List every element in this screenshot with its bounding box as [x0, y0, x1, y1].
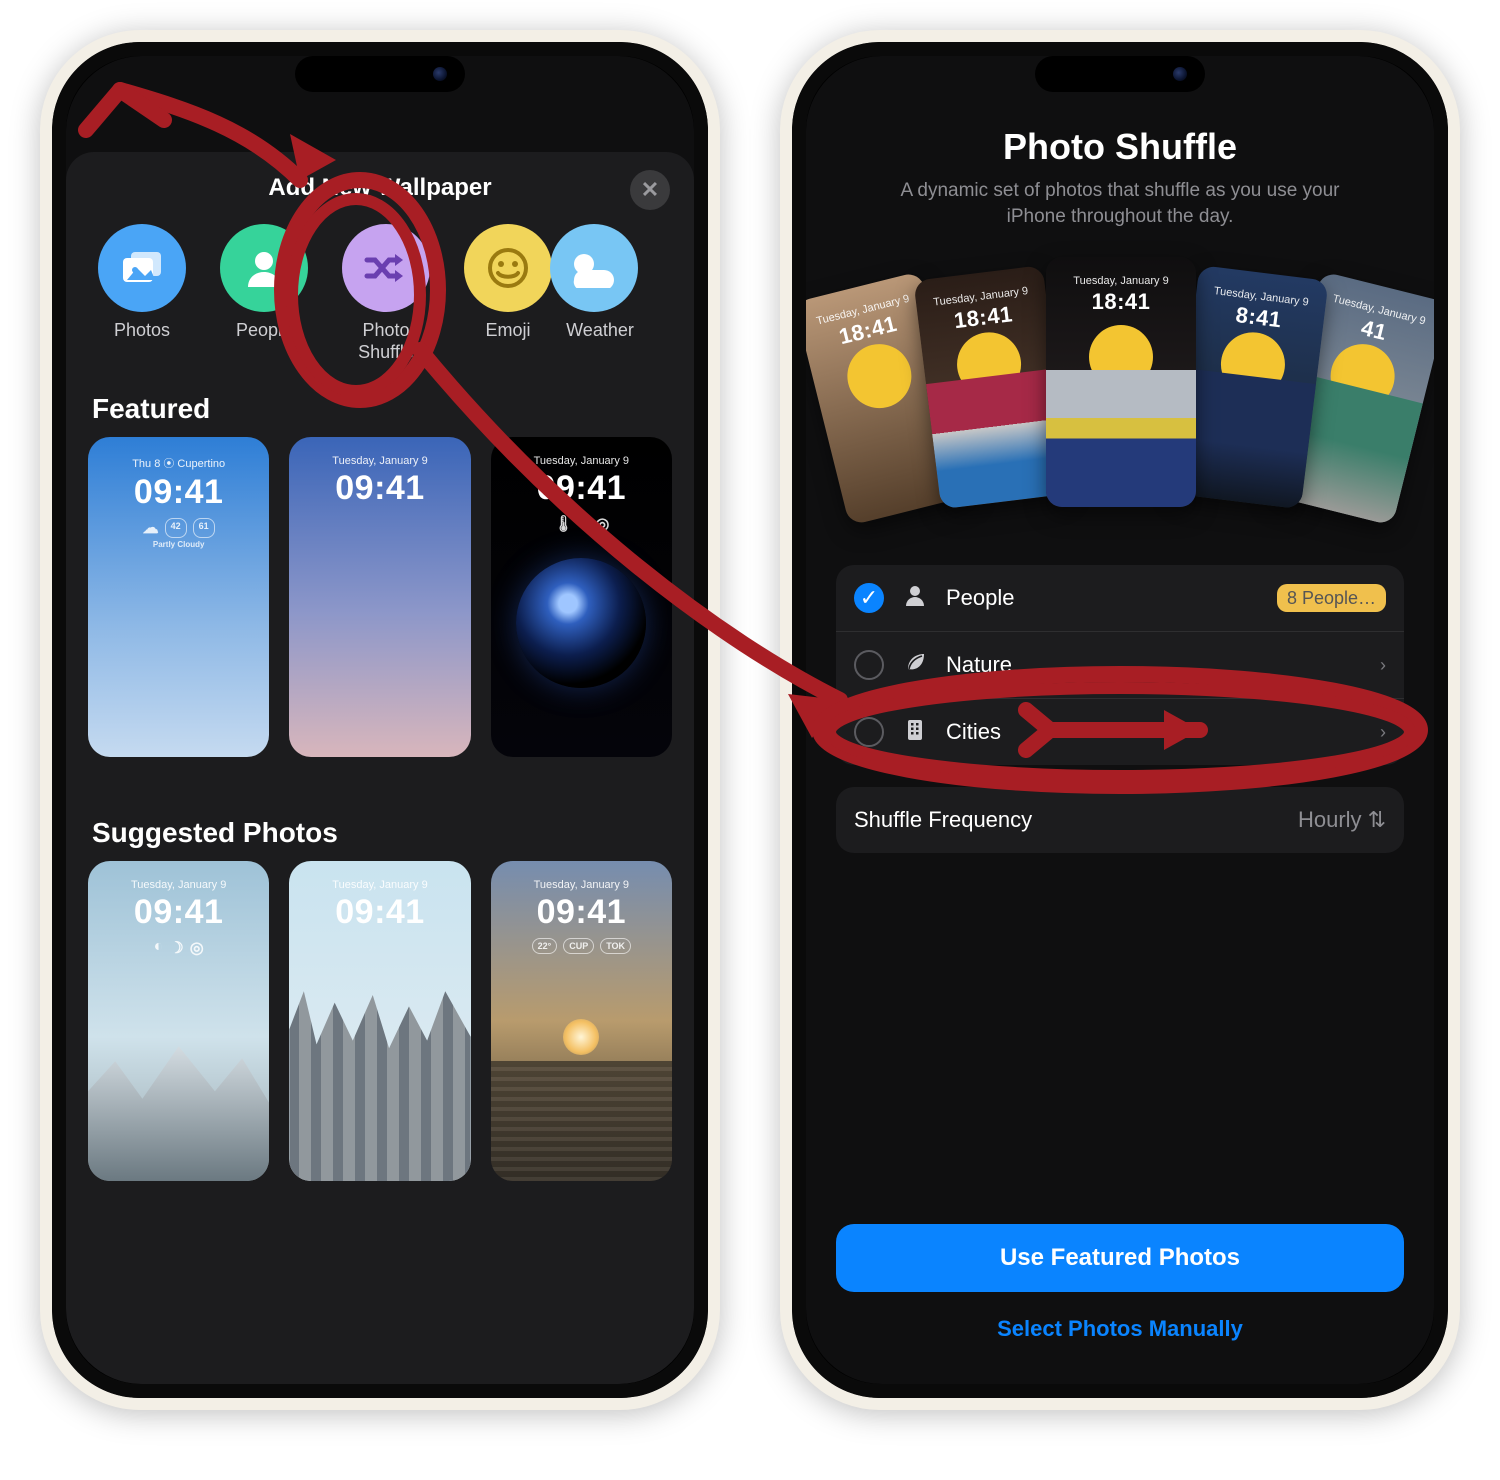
chevron-icon: › — [1266, 655, 1386, 676]
option-label: Nature — [946, 652, 1012, 678]
close-button[interactable]: ✕ — [630, 170, 670, 210]
emoji-icon — [464, 224, 552, 312]
tile-suggested-3[interactable]: Tuesday, January 9 09:41 22°CUPTOK — [491, 861, 672, 1181]
sheet-title: Add New Wallpaper — [268, 174, 491, 202]
shuffle-frequency-row[interactable]: Shuffle Frequency Hourly ⇅ — [836, 787, 1404, 853]
option-label: Cities — [946, 719, 1001, 745]
category-emoji[interactable]: Emoji — [458, 224, 558, 363]
lockscreen-overlay: Tuesday, January 9 09:41 ◐☽◎ — [88, 879, 269, 958]
select-manually-link[interactable]: Select Photos Manually — [836, 1292, 1404, 1354]
preview-card: Tuesday, January 918:41 — [1046, 257, 1196, 507]
option-nature[interactable]: Nature › — [836, 631, 1404, 698]
lockscreen-overlay: Tuesday, January 9 09:41 🌡◐◎ — [491, 455, 672, 534]
phone-photo-shuffle: Photo Shuffle A dynamic set of photos th… — [780, 30, 1460, 1410]
category-weather[interactable]: Weather — [580, 224, 650, 363]
option-detail[interactable]: 8 People… — [1266, 588, 1386, 609]
shuffle-options: ✓ People 8 People… — [836, 565, 1404, 765]
person-icon — [902, 584, 928, 612]
option-label: People — [946, 585, 1015, 611]
stepper-icon: ⇅ — [1368, 807, 1386, 833]
lockscreen-overlay: Thu 8 ⦿ Cupertino 09:41 ☁︎4261 Partly Cl… — [88, 455, 269, 549]
frequency-label: Shuffle Frequency — [854, 807, 1032, 833]
section-title-suggested: Suggested Photos — [92, 817, 668, 849]
category-photos[interactable]: Photos — [92, 224, 192, 363]
tile-collections[interactable]: Tuesday, January 9 09:41 Collections — [289, 437, 470, 757]
category-label: Emoji — [458, 320, 558, 342]
category-people[interactable]: People — [214, 224, 314, 363]
screen-left: Add New Wallpaper ✕ Photos — [66, 56, 694, 1384]
notch — [295, 56, 465, 92]
suggested-row[interactable]: Tuesday, January 9 09:41 ◐☽◎ Tuesday, Ja… — [86, 861, 674, 1181]
lockscreen-overlay: Tuesday, January 9 09:41 — [289, 455, 470, 508]
category-label: Photo Shuffle — [336, 320, 436, 363]
radio-checked-icon: ✓ — [854, 583, 884, 613]
chevron-icon: › — [1266, 722, 1386, 743]
photos-icon — [98, 224, 186, 312]
category-label: Photos — [92, 320, 192, 342]
leaf-icon — [902, 651, 928, 679]
radio-unchecked-icon — [854, 650, 884, 680]
page-title: Photo Shuffle — [836, 126, 1404, 168]
tile-astronomy[interactable]: Tuesday, January 9 09:41 🌡◐◎ Astronomy — [491, 437, 672, 757]
category-photo-shuffle[interactable]: Photo Shuffle — [336, 224, 436, 363]
lockscreen-overlay: Tuesday, January 9 09:41 — [289, 879, 470, 932]
sheet-header: Add New Wallpaper ✕ — [86, 152, 674, 216]
phone-add-wallpaper: Add New Wallpaper ✕ Photos — [40, 30, 720, 1410]
radio-unchecked-icon — [854, 717, 884, 747]
option-cities[interactable]: Cities › — [836, 698, 1404, 765]
frequency-value[interactable]: Hourly ⇅ — [1298, 807, 1386, 833]
notch — [1035, 56, 1205, 92]
category-scroller[interactable]: Photos People Photo Shuffle — [86, 216, 674, 375]
option-people[interactable]: ✓ People 8 People… — [836, 565, 1404, 631]
preview-fan: Tuesday, January 918:41 Tuesday, January… — [836, 249, 1404, 539]
tile-weather[interactable]: Thu 8 ⦿ Cupertino 09:41 ☁︎4261 Partly Cl… — [88, 437, 269, 757]
featured-row[interactable]: Thu 8 ⦿ Cupertino 09:41 ☁︎4261 Partly Cl… — [86, 437, 674, 799]
use-featured-button[interactable]: Use Featured Photos — [836, 1224, 1404, 1292]
shuffle-icon — [342, 224, 430, 312]
camera-dot — [1173, 67, 1187, 81]
category-label: People — [214, 320, 314, 342]
stage: Add New Wallpaper ✕ Photos — [0, 0, 1500, 1480]
add-wallpaper-sheet: Add New Wallpaper ✕ Photos — [66, 152, 694, 1384]
building-icon — [902, 718, 928, 746]
person-icon — [220, 224, 308, 312]
tile-suggested-2[interactable]: Tuesday, January 9 09:41 — [289, 861, 470, 1181]
camera-dot — [433, 67, 447, 81]
screen-right: Photo Shuffle A dynamic set of photos th… — [806, 56, 1434, 1384]
close-icon: ✕ — [641, 177, 659, 203]
page-subtitle: A dynamic set of photos that shuffle as … — [876, 178, 1364, 229]
category-label: Weather — [550, 320, 650, 342]
section-title-featured: Featured — [92, 393, 668, 425]
cloud-icon — [550, 224, 638, 312]
lockscreen-overlay: Tuesday, January 9 09:41 22°CUPTOK — [491, 879, 672, 954]
photo-shuffle-sheet: Photo Shuffle A dynamic set of photos th… — [806, 56, 1434, 1384]
tile-suggested-1[interactable]: Tuesday, January 9 09:41 ◐☽◎ — [88, 861, 269, 1181]
